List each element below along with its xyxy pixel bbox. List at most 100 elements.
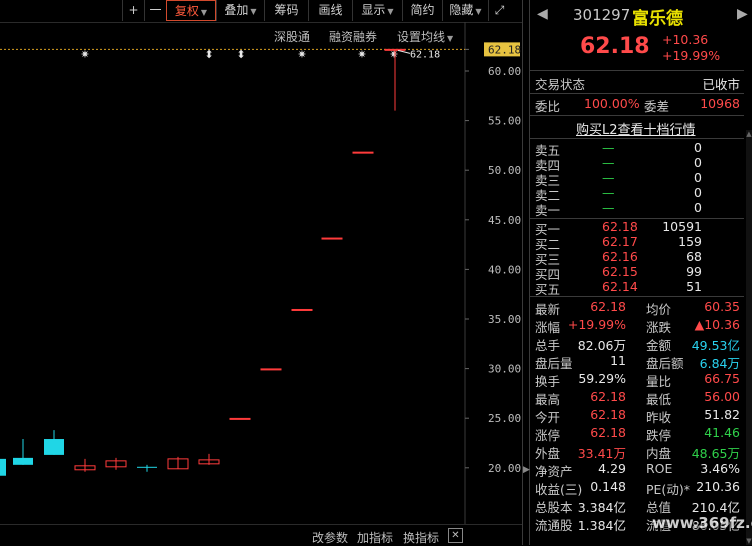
stat-label: 量比 [646, 374, 672, 389]
indicator-bar: 改参数 加指标 换指标 ✕ [0, 524, 522, 546]
scroll-down-icon[interactable]: ▼ [746, 537, 752, 545]
stat-value: 56.00 [704, 389, 740, 404]
stat-label: 涨幅 [535, 320, 561, 335]
edit-params-button[interactable]: 改参数 [312, 529, 348, 546]
hide-dropdown[interactable]: 隐藏 ▼ [442, 0, 488, 21]
stat-value: 62.18 [590, 299, 626, 314]
candle-body [13, 457, 33, 465]
stat-label: 净资产 [535, 464, 573, 479]
add-indicator-button[interactable]: 加指标 [357, 529, 393, 546]
simple-button[interactable]: 简约 [402, 0, 442, 21]
candle-body [260, 368, 282, 371]
sell-volume: 0 [694, 170, 702, 185]
stat-label: 最新 [535, 302, 561, 317]
weicha-value: 10968 [700, 96, 740, 111]
overlay-dropdown[interactable]: 叠加 ▼ [216, 0, 264, 21]
stat-label: 外盘 [535, 446, 561, 461]
event-marker-icon: ⬍ [204, 48, 213, 61]
sell-volume: 0 [694, 155, 702, 170]
stat-label: 流通股 [535, 518, 573, 533]
weibi-row: 委比 100.00% 委差 10968 [530, 96, 740, 114]
weibi-label: 委比 [535, 99, 561, 114]
stat-label: 金额 [646, 338, 672, 353]
close-icon[interactable]: ✕ [448, 528, 463, 543]
stat-row: 外盘 33.41万 内盘 48.65万 [530, 443, 740, 461]
fuquan-label: 复权 [174, 4, 199, 18]
stat-label: 总股本 [535, 500, 573, 515]
scrollbar[interactable]: ▲ ▼ [746, 130, 752, 545]
sell-price: — [602, 200, 615, 215]
buy-price: 62.16 [602, 249, 638, 264]
stat-row: 总手 82.06万 金额 49.53亿 [530, 335, 740, 353]
stat-value: 62.18 [590, 407, 626, 422]
stat-label: 总手 [535, 338, 561, 353]
y-tick-label: 40.00 [488, 263, 521, 276]
stat-label: 盘后额 [646, 356, 684, 371]
candle-body [321, 237, 343, 240]
stat-value: 60.35 [704, 299, 740, 314]
weicha-label: 委差 [644, 99, 670, 114]
stat-label: 内盘 [646, 446, 672, 461]
candle-body [0, 458, 6, 476]
y-tick-label: 60.00 [488, 65, 521, 78]
buy-row[interactable]: 买五 62.14 51 [530, 279, 740, 297]
next-stock-icon[interactable]: ▶ [737, 6, 748, 22]
draw-line-button[interactable]: 画线 [308, 0, 352, 21]
zoom-out-button[interactable]: 一 [144, 0, 166, 21]
stat-row: 盘后量 11 盘后额 6.84万 [530, 353, 740, 371]
status-value: 已收市 [702, 77, 740, 92]
fuquan-dropdown[interactable]: 复权 ▼ [166, 0, 216, 21]
stat-value: 3.384亿 [577, 500, 626, 515]
stat-value: 48.65万 [691, 446, 740, 461]
sell-volume: 0 [694, 185, 702, 200]
stat-row: 收益(三) 0.148 PE(动)* 210.36 [530, 479, 740, 497]
stat-row: 总股本 3.384亿 总值 210.4亿 [530, 497, 740, 515]
candle-body [352, 151, 374, 154]
stat-value: 4.29 [598, 461, 626, 476]
price-annotation: 62.18 [410, 49, 440, 60]
stat-row: 涨幅 +19.99% 涨跌 ▲10.36 [530, 317, 740, 335]
y-tick-label: 25.00 [488, 412, 521, 425]
candle-body [229, 417, 251, 420]
display-dropdown[interactable]: 显示 ▼ [352, 0, 402, 21]
hide-label: 隐藏 [449, 3, 474, 17]
collapse-handle-icon[interactable]: ▶ [523, 460, 530, 480]
chevron-down-icon: ▼ [475, 7, 482, 16]
sell-volume: 0 [694, 140, 702, 155]
trade-status-row: 交易状态 已收市 [530, 74, 740, 92]
stat-value: 66.75 [704, 371, 740, 386]
candle-body [291, 308, 313, 311]
buy-price: 62.14 [602, 279, 638, 294]
l2-purchase-link[interactable]: 购买L2查看十档行情 [576, 119, 696, 138]
stat-row: 最高 62.18 最低 56.00 [530, 389, 740, 407]
buy-volume: 99 [686, 264, 702, 279]
sell-volume: 0 [694, 200, 702, 215]
stat-value: 3.46% [700, 461, 740, 476]
quote-panel: ◀ ▶ 301297 富乐德 62.18 +10.36 +19.99% 交易状态… [530, 0, 752, 545]
stat-label: 均价 [646, 302, 672, 317]
scroll-up-icon[interactable]: ▲ [746, 130, 752, 138]
switch-indicator-button[interactable]: 换指标 [403, 529, 439, 546]
buy-volume: 159 [678, 234, 702, 249]
stat-label: 换手 [535, 374, 561, 389]
prev-stock-icon[interactable]: ◀ [537, 6, 548, 22]
sell-row[interactable]: 卖一 — 0 [530, 200, 740, 218]
y-tick-label: 30.00 [488, 363, 521, 376]
event-marker-icon: ⬍ [236, 48, 245, 61]
candle-body [137, 466, 157, 468]
sell-label: 卖一 [535, 203, 561, 218]
kline-chart[interactable]: 深股通 融资融券 设置均线 ▼ 62.18 60.00 55.00 50.00 45.00… [0, 22, 522, 524]
divider [530, 138, 744, 139]
chips-button[interactable]: 筹码 [264, 0, 308, 21]
event-marker-icon: ✷ [80, 48, 89, 61]
expand-icon[interactable]: ⤢ [488, 0, 510, 21]
candle-body [44, 439, 64, 455]
y-tick-label: 62.18 [488, 43, 521, 56]
stat-value: 11 [610, 353, 626, 368]
stat-value: 0.148 [590, 479, 626, 494]
buy-price: 62.17 [602, 234, 638, 249]
zoom-in-button[interactable]: + [122, 0, 144, 21]
buy-volume: 68 [686, 249, 702, 264]
event-marker-icon: ✷ [357, 48, 366, 61]
